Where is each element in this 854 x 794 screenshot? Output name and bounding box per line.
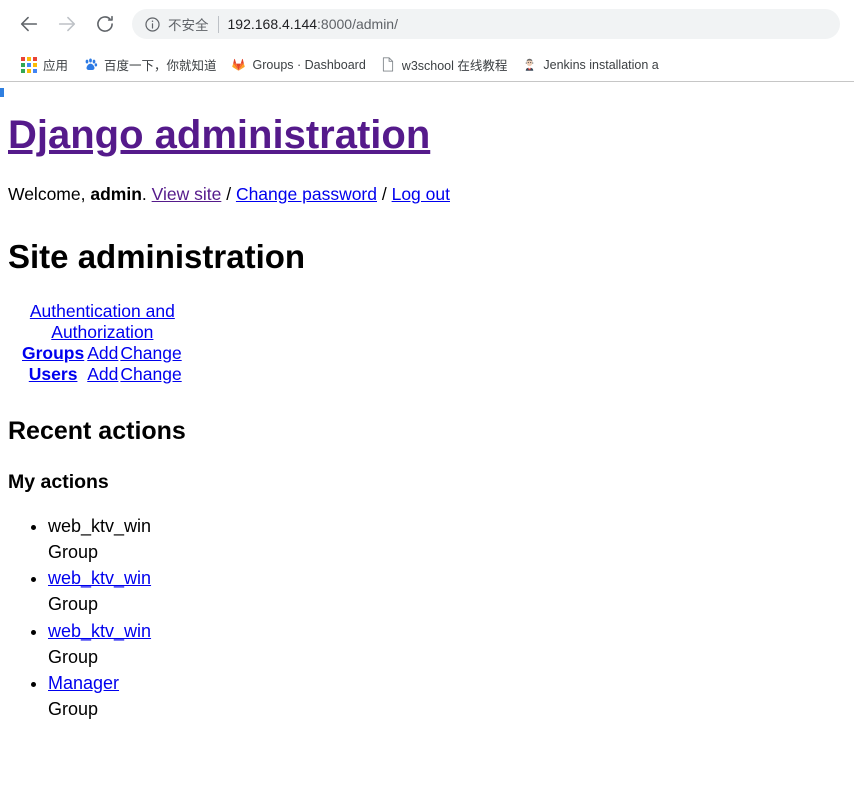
logout-link[interactable]: Log out [392, 184, 450, 204]
chrome-bottom-divider [0, 81, 854, 82]
model-users-link[interactable]: Users [29, 364, 78, 384]
change-cell: Change [119, 364, 182, 385]
groups-add-link[interactable]: Add [87, 343, 118, 363]
django-admin-home-link[interactable]: Django administration [8, 113, 430, 157]
recent-actions-list: web_ktv_win Group web_ktv_win Group web_… [8, 513, 846, 722]
document-page-icon [380, 57, 396, 73]
page-viewport: Django administration Welcome, admin. Vi… [0, 85, 854, 794]
focus-indicator [0, 88, 4, 97]
model-name-cell: Users [22, 364, 86, 385]
action-object-link[interactable]: web_ktv_win [48, 621, 151, 641]
action-content-type: Group [48, 542, 99, 563]
bookmark-label: Groups · Dashboard [252, 57, 366, 72]
view-site-link[interactable]: View site [152, 184, 222, 204]
app-authentication-link[interactable]: Authentication and Authorization [22, 301, 183, 342]
table-row: Users Add Change [22, 364, 183, 385]
bookmark-baidu[interactable]: 百度一下，你就知道 [75, 52, 224, 77]
info-circle-icon[interactable] [144, 16, 161, 33]
app-list-table: Authentication and Authorization Groups … [22, 301, 183, 384]
bookmark-label: 百度一下，你就知道 [104, 59, 217, 73]
apps-grid-icon [21, 56, 37, 73]
url-path: :8000/admin/ [317, 16, 398, 32]
bookmark-w3school[interactable]: w3school 在线教程 [373, 52, 515, 77]
welcome-prefix: Welcome, [8, 184, 91, 204]
reload-button[interactable] [88, 7, 122, 41]
link-separator: / [221, 184, 236, 204]
link-separator: / [377, 184, 392, 204]
action-content-type: Group [48, 646, 99, 667]
add-cell: Add [86, 364, 119, 385]
jenkins-butler-icon [521, 57, 537, 73]
url-text: 192.168.4.144:8000/admin/ [228, 16, 398, 32]
bookmarks-bar: 应用 百度一下，你就知道 Groups · Dashboard w3school… [0, 48, 854, 81]
groups-change-link[interactable]: Change [120, 343, 181, 363]
model-groups-link[interactable]: Groups [22, 343, 84, 363]
username: admin [90, 184, 142, 204]
django-admin-content: Django administration Welcome, admin. Vi… [0, 85, 854, 722]
url-host: 192.168.4.144 [227, 16, 318, 32]
list-item: web_ktv_win Group [48, 513, 846, 565]
bookmark-label: Jenkins installation a [543, 57, 659, 72]
action-content-type: Group [48, 698, 99, 719]
bookmark-gitlab-groups[interactable]: Groups · Dashboard [224, 52, 373, 77]
recent-actions-heading: Recent actions [8, 417, 186, 446]
list-item: web_ktv_win Group [48, 565, 846, 617]
browser-chrome: 不安全 192.168.4.144:8000/admin/ 应用 百度一下，你就… [0, 0, 854, 85]
bookmark-label: w3school 在线教程 [401, 59, 508, 73]
model-name-cell: Groups [22, 343, 86, 364]
change-password-link[interactable]: Change password [236, 184, 377, 204]
add-cell: Add [86, 343, 119, 364]
action-object-deleted: web_ktv_win [48, 516, 152, 537]
site-administration-heading: Site administration [8, 238, 306, 275]
back-button[interactable] [12, 7, 46, 41]
action-object-link[interactable]: web_ktv_win [48, 568, 151, 588]
app-caption: Authentication and Authorization [22, 301, 183, 343]
user-tools: Welcome, admin. View site / Change passw… [8, 184, 846, 205]
action-object-link[interactable]: Manager [48, 673, 119, 693]
action-content-type: Group [48, 594, 99, 615]
welcome-punct: . [141, 184, 152, 204]
baidu-paw-icon [82, 57, 98, 73]
list-item: Manager Group [48, 670, 846, 722]
bookmark-jenkins[interactable]: Jenkins installation a [514, 52, 665, 77]
list-item: web_ktv_win Group [48, 618, 846, 670]
page-title: Django administration [8, 114, 846, 156]
bookmark-label: 应用 [43, 59, 69, 73]
browser-toolbar: 不安全 192.168.4.144:8000/admin/ [0, 0, 854, 48]
users-add-link[interactable]: Add [87, 364, 118, 384]
table-row: Groups Add Change [22, 343, 183, 364]
my-actions-heading: My actions [8, 470, 109, 493]
gitlab-fox-icon [231, 57, 247, 73]
users-change-link[interactable]: Change [120, 364, 181, 384]
forward-button[interactable] [50, 7, 84, 41]
security-status-text: 不安全 [168, 18, 209, 33]
change-cell: Change [119, 343, 182, 364]
address-bar[interactable]: 不安全 192.168.4.144:8000/admin/ [132, 9, 840, 39]
bookmark-apps[interactable]: 应用 [14, 52, 75, 77]
omnibox-divider [217, 15, 219, 33]
